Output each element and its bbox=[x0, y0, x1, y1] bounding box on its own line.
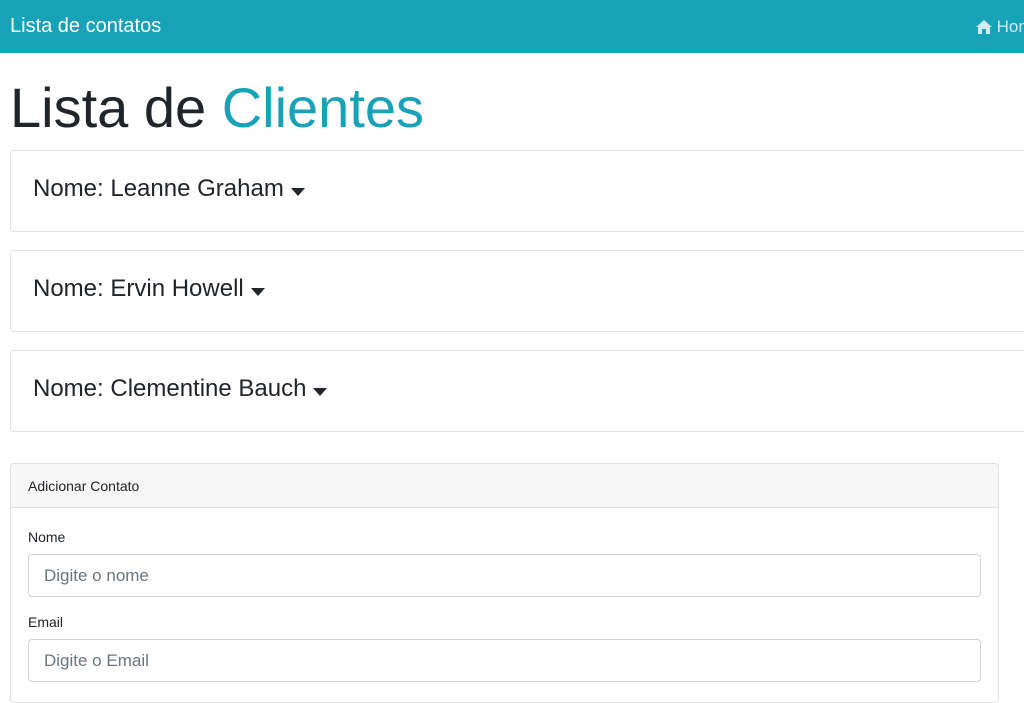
contact-name: Nome: Leanne Graham bbox=[33, 175, 284, 202]
caret-down-icon bbox=[313, 388, 328, 396]
name-input[interactable] bbox=[28, 554, 981, 597]
contact-card: Nome: Leanne Graham bbox=[10, 150, 1024, 232]
contact-toggle[interactable]: Nome: Clementine Bauch bbox=[33, 375, 328, 403]
add-contact-card: Adicionar Contato Nome Email bbox=[10, 463, 999, 703]
contact-toggle[interactable]: Nome: Leanne Graham bbox=[33, 175, 305, 203]
caret-down-icon bbox=[290, 188, 305, 196]
top-navbar: Lista de contatos Home bbox=[0, 0, 1024, 53]
home-link-label: Home bbox=[996, 16, 1024, 36]
contact-name: Nome: Clementine Bauch bbox=[33, 375, 307, 402]
navbar-brand[interactable]: Lista de contatos bbox=[10, 15, 161, 38]
caret-down-icon bbox=[250, 288, 265, 296]
contact-toggle[interactable]: Nome: Ervin Howell bbox=[33, 275, 265, 303]
email-input[interactable] bbox=[28, 639, 981, 682]
contact-card: Nome: Clementine Bauch bbox=[10, 350, 1024, 432]
home-link[interactable]: Home bbox=[975, 17, 1024, 37]
page-title-accent: Clientes bbox=[221, 76, 425, 139]
contact-card: Nome: Ervin Howell bbox=[10, 250, 1024, 332]
name-label: Nome bbox=[28, 529, 66, 545]
add-contact-header: Adicionar Contato bbox=[11, 464, 998, 508]
contact-name: Nome: Ervin Howell bbox=[33, 275, 244, 302]
home-icon bbox=[975, 19, 992, 34]
page-title-main: Lista de bbox=[10, 76, 207, 139]
page-title: Lista de Clientes bbox=[10, 72, 424, 144]
email-label: Email bbox=[28, 614, 64, 630]
